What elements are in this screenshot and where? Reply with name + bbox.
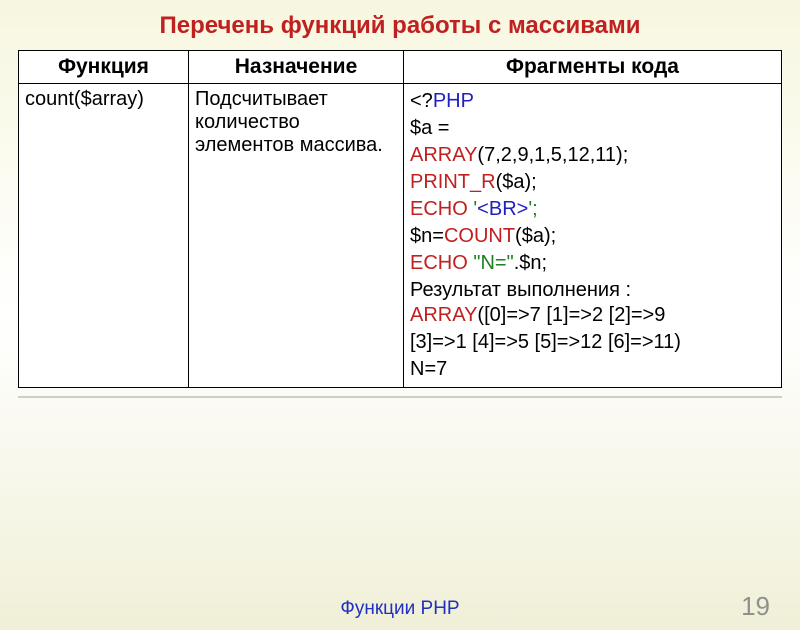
code-span: <BR> [477,198,528,220]
code-span: (7,2,9,1,5,12,11); [477,144,628,166]
result-span: ([0]=>7 [1]=>2 [2]=>9 [477,304,665,326]
code-span: ECHO [410,252,468,274]
code-span: <? [410,90,433,112]
code-span: ARRAY [410,144,477,166]
cell-code: <?PHP $a = ARRAY(7,2,9,1,5,12,11); PRINT… [404,84,782,388]
result-label: Результат выполнения : [410,279,775,302]
code-span: ' [468,198,477,220]
functions-table: Функция Назначение Фрагменты кода count(… [18,50,782,388]
code-span: COUNT [444,225,515,247]
header-code: Фрагменты кода [404,51,782,84]
table-row: count($array) Подсчитывает количество эл… [19,84,782,388]
code-span: PHP [433,90,474,112]
divider [18,396,782,398]
code-span: PRINT_R [410,171,496,193]
code-span: $n= [410,225,444,247]
slide-title: Перечень функций работы с массивами [18,12,782,40]
result-span: N=7 [410,358,447,380]
result-span: ARRAY [410,304,477,326]
header-purpose: Назначение [189,51,404,84]
footer-label: Функции PHP [340,598,459,620]
code-span: $a = [410,117,449,139]
cell-purpose: Подсчитывает количество элементов массив… [189,84,404,388]
table-header-row: Функция Назначение Фрагменты кода [19,51,782,84]
cell-func: count($array) [19,84,189,388]
header-func: Функция [19,51,189,84]
page-number: 19 [741,591,770,622]
code-span: ($a); [496,171,537,193]
footer: Функции PHP 19 [0,598,800,620]
code-span: ($a); [515,225,556,247]
code-span: "N=" [468,252,514,274]
code-span: .$n; [514,252,547,274]
code-span: ECHO [410,198,468,220]
code-span: '; [528,198,537,220]
result-span: [3]=>1 [4]=>5 [5]=>12 [6]=>11) [410,331,681,353]
